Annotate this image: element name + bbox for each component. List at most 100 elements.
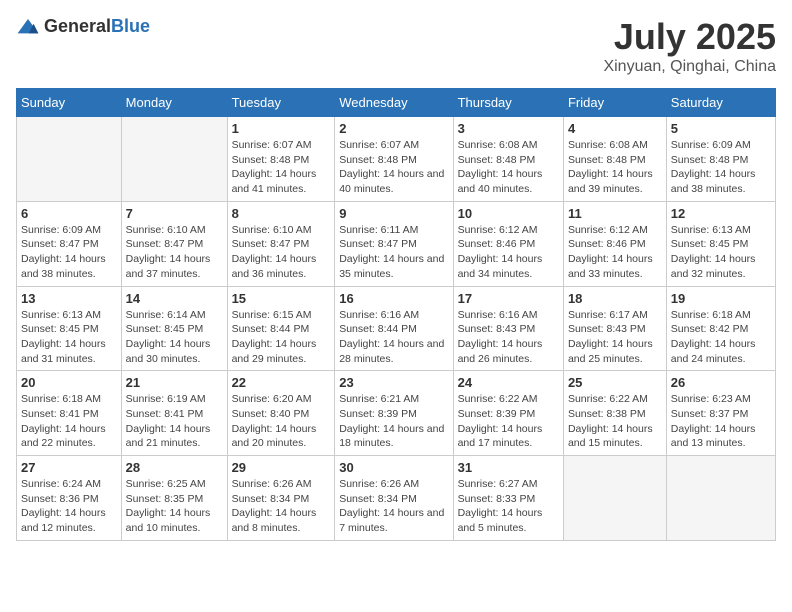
day-info: Sunrise: 6:07 AM Sunset: 8:48 PM Dayligh… (232, 138, 331, 197)
day-number: 15 (232, 291, 331, 306)
calendar-table: SundayMondayTuesdayWednesdayThursdayFrid… (16, 88, 776, 541)
calendar-cell: 7 Sunrise: 6:10 AM Sunset: 8:47 PM Daylig… (121, 201, 227, 286)
day-number: 7 (126, 206, 223, 221)
weekday-header-row: SundayMondayTuesdayWednesdayThursdayFrid… (17, 89, 776, 117)
calendar-cell: 24Sunrise: 6:22 AM Sunset: 8:39 PM Dayli… (453, 371, 563, 456)
day-number: 18 (568, 291, 662, 306)
calendar-week-row: 1 Sunrise: 6:07 AM Sunset: 8:48 PM Daylig… (17, 117, 776, 202)
day-number: 14 (126, 291, 223, 306)
weekday-header: Saturday (666, 89, 775, 117)
day-number: 22 (232, 375, 331, 390)
day-number: 26 (671, 375, 771, 390)
weekday-header: Wednesday (335, 89, 453, 117)
day-info: Sunrise: 6:27 AM Sunset: 8:33 PM Dayligh… (458, 477, 559, 536)
day-info: Sunrise: 6:10 AM Sunset: 8:47 PM Dayligh… (126, 223, 223, 282)
day-info: Sunrise: 6:09 AM Sunset: 8:47 PM Dayligh… (21, 223, 117, 282)
calendar-cell: 5 Sunrise: 6:09 AM Sunset: 8:48 PM Daylig… (666, 117, 775, 202)
day-number: 23 (339, 375, 448, 390)
calendar-cell: 13 Sunrise: 6:13 AM Sunset: 8:45 PM Dayli… (17, 286, 122, 371)
day-info: Sunrise: 6:16 AM Sunset: 8:43 PM Dayligh… (458, 308, 559, 367)
logo-text: GeneralBlue (44, 16, 150, 37)
day-info: Sunrise: 6:19 AM Sunset: 8:41 PM Dayligh… (126, 392, 223, 451)
weekday-header: Sunday (17, 89, 122, 117)
day-info: Sunrise: 6:26 AM Sunset: 8:34 PM Dayligh… (339, 477, 448, 536)
calendar-cell: 15 Sunrise: 6:15 AM Sunset: 8:44 PM Dayli… (227, 286, 335, 371)
calendar-cell: 18 Sunrise: 6:17 AM Sunset: 8:43 PM Dayli… (563, 286, 666, 371)
day-info: Sunrise: 6:17 AM Sunset: 8:43 PM Dayligh… (568, 308, 662, 367)
calendar-cell: 11Sunrise: 6:12 AM Sunset: 8:46 PM Dayli… (563, 201, 666, 286)
calendar-cell: 20 Sunrise: 6:18 AM Sunset: 8:41 PM Dayli… (17, 371, 122, 456)
calendar-cell: 4 Sunrise: 6:08 AM Sunset: 8:48 PM Daylig… (563, 117, 666, 202)
main-title: July 2025 (603, 16, 776, 58)
day-number: 9 (339, 206, 448, 221)
day-number: 6 (21, 206, 117, 221)
calendar-cell: 25Sunrise: 6:22 AM Sunset: 8:38 PM Dayli… (563, 371, 666, 456)
day-number: 20 (21, 375, 117, 390)
day-info: Sunrise: 6:08 AM Sunset: 8:48 PM Dayligh… (458, 138, 559, 197)
day-info: Sunrise: 6:18 AM Sunset: 8:41 PM Dayligh… (21, 392, 117, 451)
weekday-header: Friday (563, 89, 666, 117)
weekday-header: Tuesday (227, 89, 335, 117)
day-info: Sunrise: 6:13 AM Sunset: 8:45 PM Dayligh… (21, 308, 117, 367)
day-number: 31 (458, 460, 559, 475)
day-number: 17 (458, 291, 559, 306)
page-header: GeneralBlue July 2025 Xinyuan, Qinghai, … (16, 16, 776, 76)
day-info: Sunrise: 6:23 AM Sunset: 8:37 PM Dayligh… (671, 392, 771, 451)
day-info: Sunrise: 6:16 AM Sunset: 8:44 PM Dayligh… (339, 308, 448, 367)
calendar-cell: 27 Sunrise: 6:24 AM Sunset: 8:36 PM Dayli… (17, 456, 122, 541)
logo-general: General (44, 16, 111, 36)
calendar-cell (17, 117, 122, 202)
calendar-cell: 17 Sunrise: 6:16 AM Sunset: 8:43 PM Dayli… (453, 286, 563, 371)
day-info: Sunrise: 6:12 AM Sunset: 8:46 PM Dayligh… (458, 223, 559, 282)
day-info: Sunrise: 6:26 AM Sunset: 8:34 PM Dayligh… (232, 477, 331, 536)
day-info: Sunrise: 6:14 AM Sunset: 8:45 PM Dayligh… (126, 308, 223, 367)
day-number: 16 (339, 291, 448, 306)
day-info: Sunrise: 6:09 AM Sunset: 8:48 PM Dayligh… (671, 138, 771, 197)
calendar-week-row: 6 Sunrise: 6:09 AM Sunset: 8:47 PM Daylig… (17, 201, 776, 286)
day-info: Sunrise: 6:25 AM Sunset: 8:35 PM Dayligh… (126, 477, 223, 536)
calendar-week-row: 20 Sunrise: 6:18 AM Sunset: 8:41 PM Dayli… (17, 371, 776, 456)
day-info: Sunrise: 6:24 AM Sunset: 8:36 PM Dayligh… (21, 477, 117, 536)
calendar-cell: 22 Sunrise: 6:20 AM Sunset: 8:40 PM Dayli… (227, 371, 335, 456)
calendar-cell: 14 Sunrise: 6:14 AM Sunset: 8:45 PM Dayli… (121, 286, 227, 371)
calendar-cell: 1 Sunrise: 6:07 AM Sunset: 8:48 PM Daylig… (227, 117, 335, 202)
day-info: Sunrise: 6:21 AM Sunset: 8:39 PM Dayligh… (339, 392, 448, 451)
day-info: Sunrise: 6:13 AM Sunset: 8:45 PM Dayligh… (671, 223, 771, 282)
day-info: Sunrise: 6:10 AM Sunset: 8:47 PM Dayligh… (232, 223, 331, 282)
calendar-cell: 3Sunrise: 6:08 AM Sunset: 8:48 PM Daylig… (453, 117, 563, 202)
calendar-cell: 10Sunrise: 6:12 AM Sunset: 8:46 PM Dayli… (453, 201, 563, 286)
calendar-cell: 23 Sunrise: 6:21 AM Sunset: 8:39 PM Dayli… (335, 371, 453, 456)
calendar-cell (666, 456, 775, 541)
day-info: Sunrise: 6:15 AM Sunset: 8:44 PM Dayligh… (232, 308, 331, 367)
day-number: 8 (232, 206, 331, 221)
calendar-cell: 8 Sunrise: 6:10 AM Sunset: 8:47 PM Daylig… (227, 201, 335, 286)
day-number: 12 (671, 206, 771, 221)
logo: GeneralBlue (16, 16, 150, 37)
day-info: Sunrise: 6:07 AM Sunset: 8:48 PM Dayligh… (339, 138, 448, 197)
day-number: 4 (568, 121, 662, 136)
day-info: Sunrise: 6:18 AM Sunset: 8:42 PM Dayligh… (671, 308, 771, 367)
day-number: 24 (458, 375, 559, 390)
logo-blue: Blue (111, 16, 150, 36)
calendar-cell: 26 Sunrise: 6:23 AM Sunset: 8:37 PM Dayli… (666, 371, 775, 456)
day-info: Sunrise: 6:12 AM Sunset: 8:46 PM Dayligh… (568, 223, 662, 282)
logo-icon (16, 17, 40, 37)
day-number: 27 (21, 460, 117, 475)
day-info: Sunrise: 6:22 AM Sunset: 8:38 PM Dayligh… (568, 392, 662, 451)
calendar-cell: 21Sunrise: 6:19 AM Sunset: 8:41 PM Dayli… (121, 371, 227, 456)
day-number: 5 (671, 121, 771, 136)
day-number: 19 (671, 291, 771, 306)
day-number: 1 (232, 121, 331, 136)
day-info: Sunrise: 6:11 AM Sunset: 8:47 PM Dayligh… (339, 223, 448, 282)
calendar-cell: 12 Sunrise: 6:13 AM Sunset: 8:45 PM Dayli… (666, 201, 775, 286)
calendar-week-row: 13 Sunrise: 6:13 AM Sunset: 8:45 PM Dayli… (17, 286, 776, 371)
calendar-cell: 2Sunrise: 6:07 AM Sunset: 8:48 PM Daylig… (335, 117, 453, 202)
calendar-cell: 30Sunrise: 6:26 AM Sunset: 8:34 PM Dayli… (335, 456, 453, 541)
sub-title: Xinyuan, Qinghai, China (603, 58, 776, 76)
calendar-cell (121, 117, 227, 202)
day-number: 13 (21, 291, 117, 306)
calendar-cell (563, 456, 666, 541)
day-info: Sunrise: 6:20 AM Sunset: 8:40 PM Dayligh… (232, 392, 331, 451)
day-info: Sunrise: 6:08 AM Sunset: 8:48 PM Dayligh… (568, 138, 662, 197)
weekday-header: Monday (121, 89, 227, 117)
